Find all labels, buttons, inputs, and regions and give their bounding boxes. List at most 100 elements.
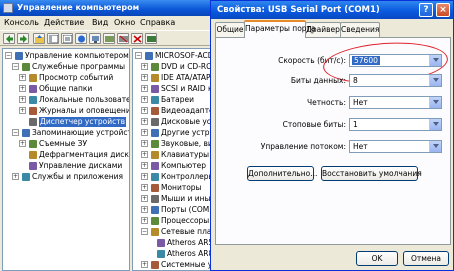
collapse-icon[interactable]: − (5, 52, 12, 59)
expand-icon[interactable]: + (141, 206, 148, 213)
expand-icon[interactable]: + (19, 96, 26, 103)
collapse-icon[interactable]: − (12, 129, 19, 136)
logs-icon (29, 107, 37, 115)
expand-icon[interactable]: + (141, 140, 148, 147)
show-hide-tree-button[interactable] (47, 33, 59, 44)
expand-icon[interactable]: + (141, 217, 148, 224)
disable-device-button[interactable] (117, 33, 129, 44)
collapse-icon[interactable]: − (12, 63, 19, 70)
tree-item-label: Дефрагментация диска (39, 150, 130, 159)
chevron-down-icon[interactable] (429, 141, 441, 152)
parity-value: Нет (353, 98, 368, 107)
flow-control-label: Управление потоком: (260, 142, 346, 151)
help-button[interactable]: ? (419, 3, 433, 17)
tab-port-settings[interactable]: Параметры порта (244, 20, 316, 38)
dvd-drive-icon (151, 63, 159, 71)
expand-icon[interactable]: + (141, 85, 148, 92)
display-adapter-icon (151, 107, 159, 115)
cm-menubar: Консоль Действие Вид Окно Справка (0, 16, 214, 30)
expand-icon[interactable]: + (141, 151, 148, 158)
collapse-icon[interactable]: − (141, 228, 148, 235)
cm-toolbar (0, 30, 214, 46)
device-manager-icon (29, 118, 37, 126)
parity-select[interactable]: Нет (349, 96, 442, 109)
chevron-down-icon[interactable] (429, 75, 441, 86)
uninstall-device-button[interactable] (131, 33, 143, 44)
back-button[interactable] (3, 33, 15, 44)
data-bits-select[interactable]: 8 (349, 74, 442, 87)
update-driver-button[interactable] (103, 33, 115, 44)
menu-help[interactable]: Справка (140, 18, 175, 27)
computer-management-window: Управление компьютером Консоль Действие … (0, 0, 214, 271)
advanced-button[interactable]: Дополнительно... (247, 166, 317, 181)
expand-icon[interactable]: + (141, 118, 148, 125)
ok-button[interactable]: OK (356, 251, 398, 266)
enable-device-button[interactable] (145, 33, 157, 44)
chevron-down-icon[interactable] (429, 97, 441, 108)
tree-item-label: MICROSOF-ACD636 (155, 51, 213, 60)
tab-general[interactable]: Общие (215, 22, 245, 37)
device-tree-pane[interactable]: − MICROSOF-ACD636 + DVD и CD-ROM д + IDE ATA/… (132, 48, 214, 271)
expand-icon[interactable]: + (141, 162, 148, 169)
tree-item-label: Процессоры (161, 216, 210, 225)
close-button[interactable]: × (436, 3, 450, 17)
expand-icon[interactable]: + (141, 184, 148, 191)
menu-console[interactable]: Консоль (4, 18, 39, 27)
cancel-button[interactable]: Отмена (403, 251, 449, 266)
tree-item-label: Мониторы (161, 183, 202, 192)
dialog-titlebar[interactable]: Свойства: USB Serial Port (COM1) ? × (211, 1, 453, 19)
expand-icon[interactable]: + (19, 74, 26, 81)
forward-button[interactable] (17, 33, 29, 44)
expand-icon[interactable]: + (141, 107, 148, 114)
menu-action[interactable]: Действие (44, 18, 84, 27)
expand-icon[interactable]: + (12, 173, 19, 180)
users-icon (29, 96, 37, 104)
properties-button[interactable] (61, 33, 73, 44)
expand-icon[interactable]: + (141, 96, 148, 103)
uninstall-device-icon (133, 35, 142, 43)
removable-storage-icon (29, 140, 37, 148)
console-tree-pane[interactable]: −Управление компьютером (локальн−Служебн… (2, 48, 130, 271)
tree-item-label: Батареи (161, 95, 194, 104)
expand-icon[interactable]: + (19, 107, 26, 114)
menu-view[interactable]: Вид (92, 18, 108, 27)
tree-item-label: Локальные пользовател (39, 95, 130, 104)
ide-controller-icon (151, 74, 159, 82)
expand-icon[interactable]: + (19, 85, 26, 92)
collapse-icon[interactable]: − (135, 52, 142, 59)
expand-icon[interactable]: + (141, 261, 148, 268)
cm-titlebar[interactable]: Управление компьютером (0, 0, 214, 16)
network-adapter-icon (151, 228, 159, 236)
dialog-title: Свойства: USB Serial Port (COM1) (217, 5, 380, 15)
tree-item-label: Журналы и оповещения п (39, 106, 129, 115)
services-icon (22, 173, 30, 181)
tree-item-label: Видеоадаптеры (161, 106, 213, 115)
event-viewer-icon (29, 74, 37, 82)
expand-icon[interactable]: + (141, 195, 148, 202)
expand-icon[interactable]: + (141, 74, 148, 81)
stop-bits-label: Стоповые биты: (282, 120, 346, 129)
scan-hardware-button[interactable] (89, 33, 101, 44)
restore-defaults-button[interactable]: Восстановить умолчания (321, 166, 422, 181)
tree-item-label: Общие папки (39, 84, 93, 93)
monitor-icon (151, 184, 159, 192)
stop-bits-select[interactable]: 1 (349, 118, 442, 131)
parity-label: Четность: (306, 98, 346, 107)
tree-view-icon (49, 35, 58, 43)
chevron-down-icon[interactable] (429, 119, 441, 130)
flow-control-select[interactable]: Нет (349, 140, 442, 153)
expand-icon[interactable]: + (141, 63, 148, 70)
expand-icon[interactable]: + (141, 173, 148, 180)
properties-dialog: Свойства: USB Serial Port (COM1) ? × Общ… (210, 0, 454, 271)
tree-item-label: Компьютер (161, 161, 206, 170)
expand-icon[interactable]: + (19, 140, 26, 147)
expand-icon[interactable]: + (141, 129, 148, 136)
up-folder-button[interactable] (33, 33, 45, 44)
tab-details[interactable]: Сведения (340, 22, 380, 37)
computer-icon (151, 162, 159, 170)
disk-drive-icon (151, 118, 159, 126)
menu-window[interactable]: Окно (114, 18, 135, 27)
stop-bits-value: 1 (353, 120, 358, 129)
tree-item-label: Дисковые устр (161, 117, 213, 126)
help-toolbar-button[interactable] (75, 33, 87, 44)
